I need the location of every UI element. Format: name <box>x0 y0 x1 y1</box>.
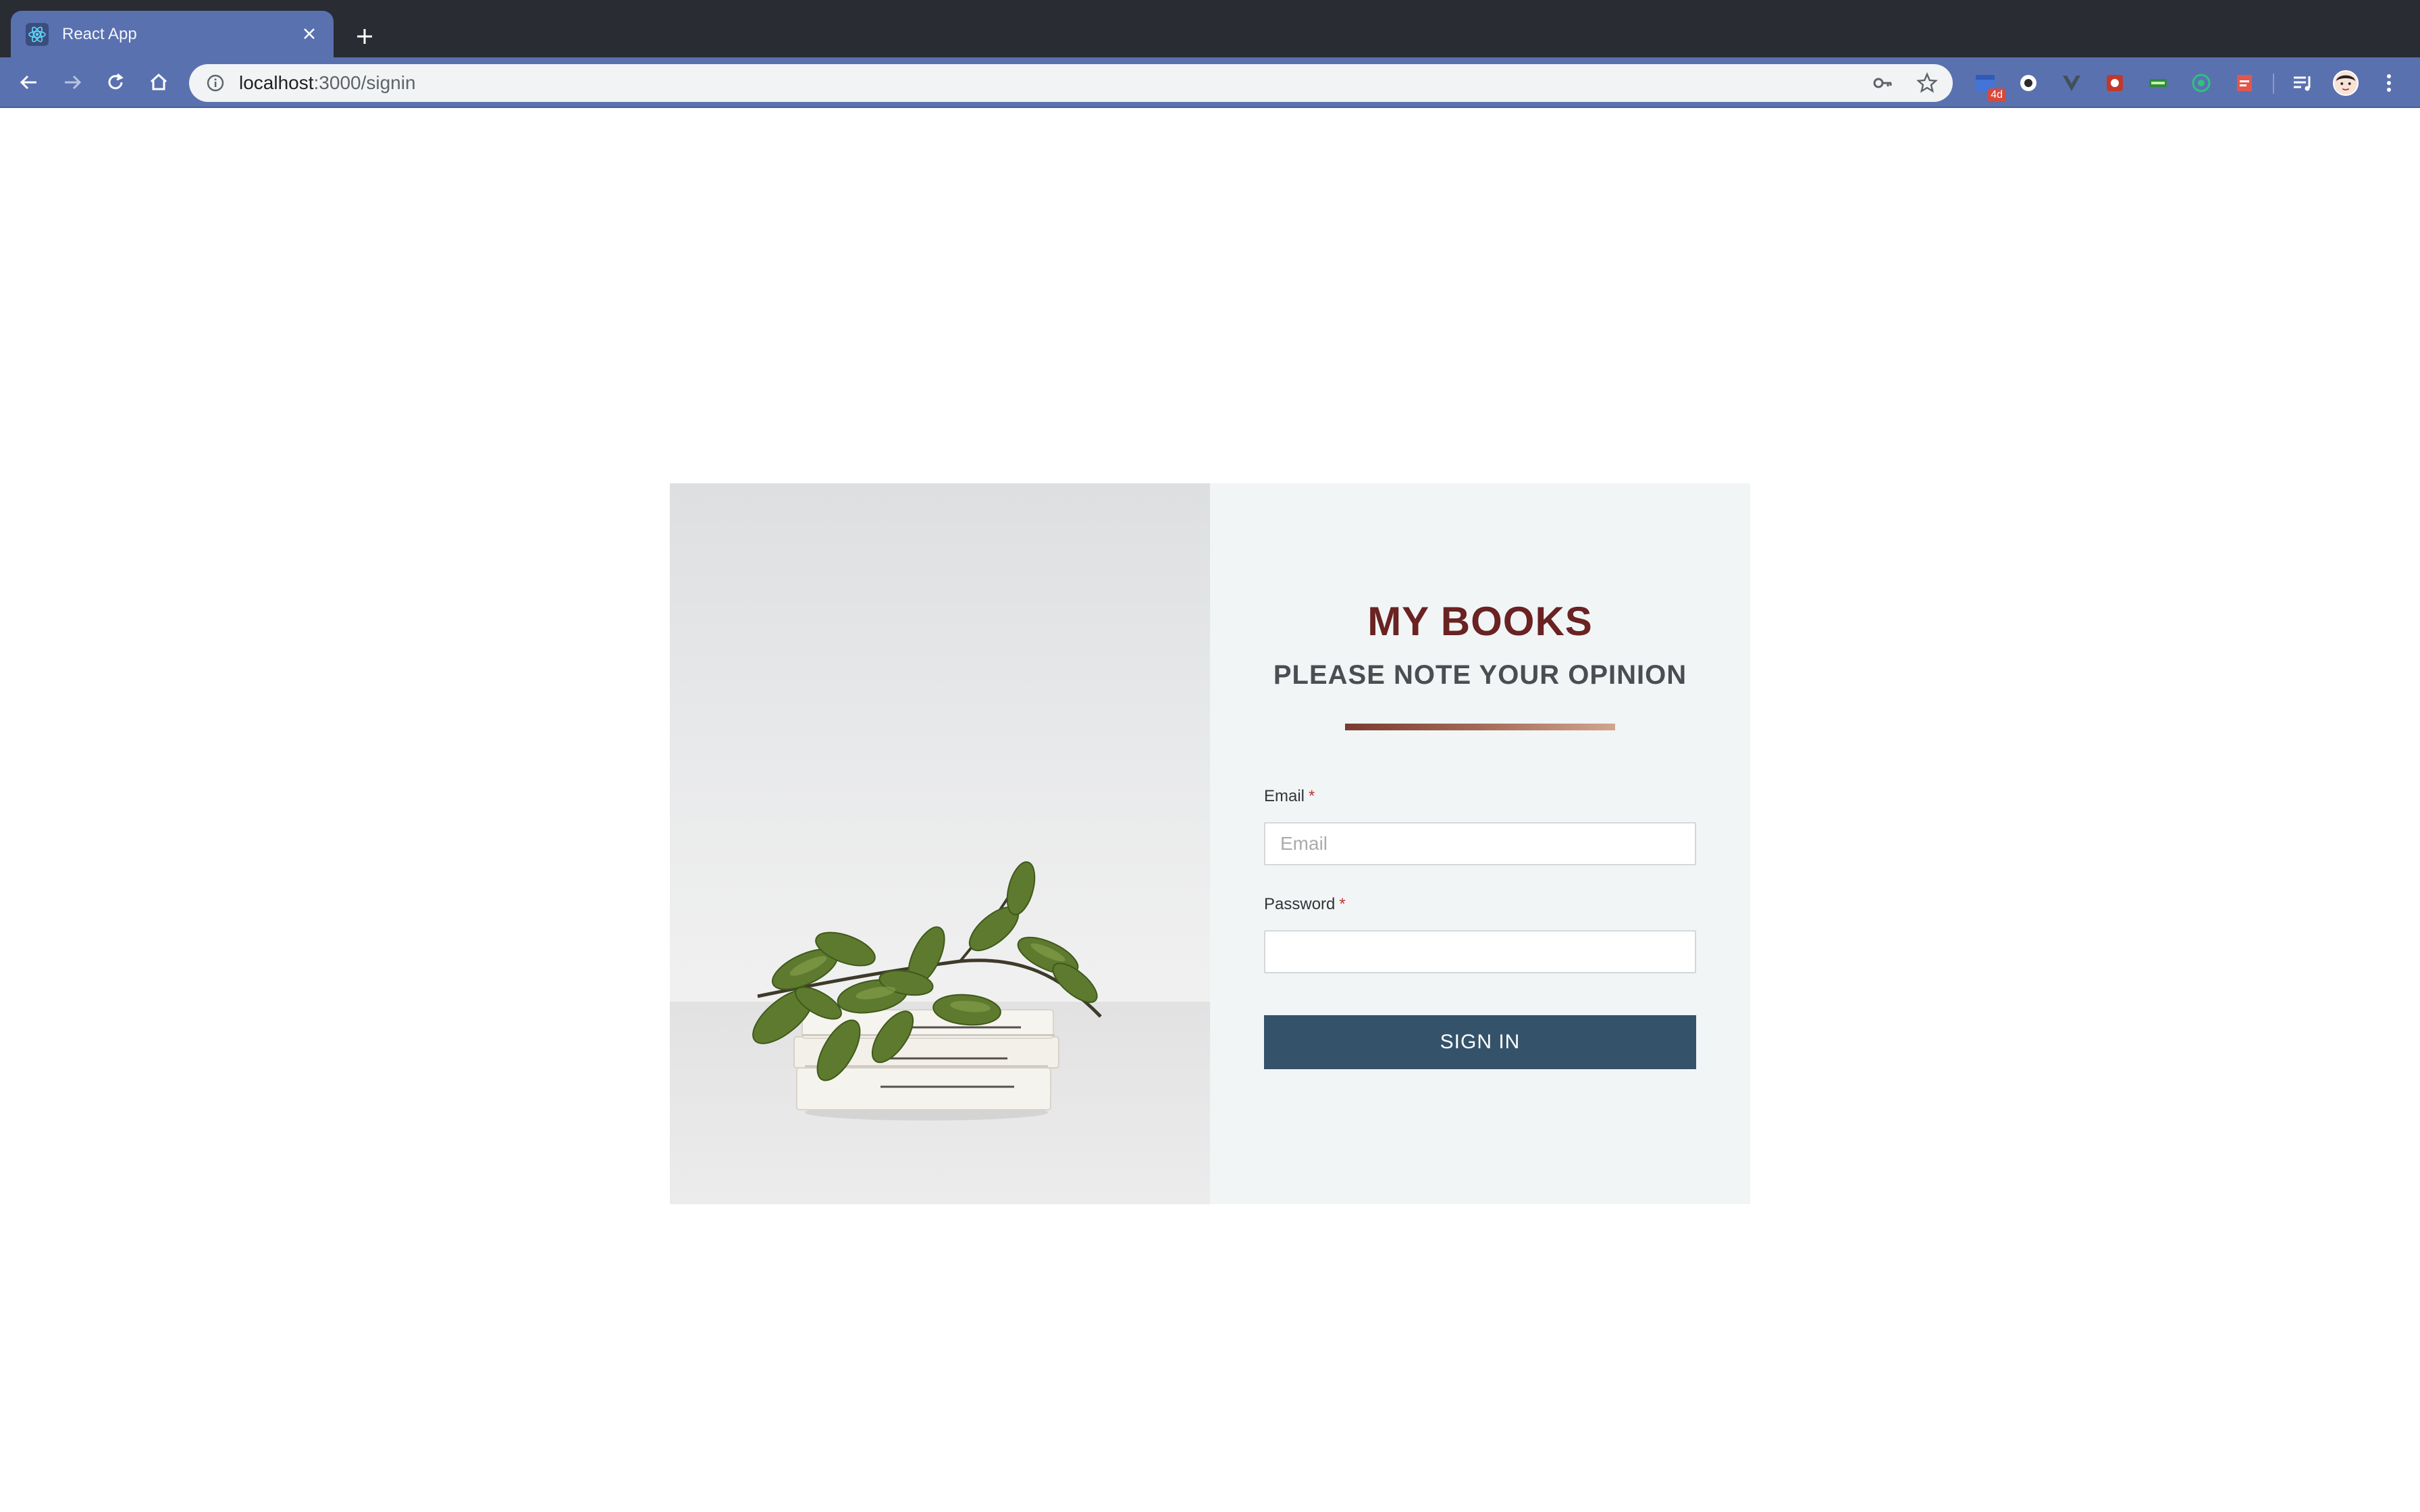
extension-vue-icon[interactable] <box>2058 70 2085 97</box>
signin-card: MY BOOKS PLEASE NOTE YOUR OPINION Email *… <box>670 483 1750 1204</box>
browser-toolbar: localhost:3000/signin 4d <box>0 57 2420 108</box>
password-field[interactable] <box>1264 930 1696 973</box>
extension-target-icon[interactable] <box>2188 70 2215 97</box>
extension-badge: 4d <box>1988 88 2005 102</box>
extension-red-icon[interactable] <box>2101 70 2128 97</box>
extension-pdf-icon[interactable] <box>2231 70 2258 97</box>
home-icon[interactable] <box>143 67 174 98</box>
books-plant-photo <box>670 483 1210 1204</box>
books-with-leaves-illustration <box>752 861 1102 1120</box>
page-subtitle: PLEASE NOTE YOUR OPINION <box>1273 660 1687 690</box>
bookmark-star-icon[interactable] <box>1915 71 1939 95</box>
required-marker: * <box>1309 787 1315 805</box>
sign-in-button[interactable]: SIGN IN <box>1264 1015 1696 1069</box>
close-tab-icon[interactable] <box>297 22 321 46</box>
profile-avatar-icon[interactable] <box>2332 70 2359 97</box>
browser-menu-icon[interactable] <box>2375 70 2402 97</box>
signin-form-panel: MY BOOKS PLEASE NOTE YOUR OPINION Email *… <box>1210 483 1750 1204</box>
page-title: MY BOOKS <box>1367 599 1593 644</box>
email-label: Email * <box>1264 787 1315 805</box>
browser-tab[interactable]: React App <box>11 11 334 57</box>
extension-calendar-icon[interactable]: 4d <box>1972 70 2005 102</box>
required-marker: * <box>1339 895 1346 913</box>
back-arrow-icon[interactable] <box>14 67 45 98</box>
info-icon[interactable] <box>205 73 226 93</box>
email-field[interactable] <box>1264 822 1696 865</box>
toolbar-separator <box>2273 74 2274 94</box>
forward-arrow-icon[interactable] <box>57 67 88 98</box>
browser-tab-strip: React App <box>0 0 2420 57</box>
extension-green-icon[interactable] <box>2145 70 2172 97</box>
title-divider <box>1345 724 1615 730</box>
reload-icon[interactable] <box>100 67 131 98</box>
url-text[interactable]: localhost:3000/signin <box>239 72 416 94</box>
react-favicon-icon <box>26 22 49 46</box>
address-bar[interactable]: localhost:3000/signin <box>189 64 1953 102</box>
media-playlist-icon[interactable] <box>2289 70 2316 97</box>
tab-title: React App <box>62 24 137 43</box>
extension-circle-icon[interactable] <box>2015 70 2042 97</box>
new-tab-button[interactable] <box>346 18 384 55</box>
key-icon[interactable] <box>1870 71 1895 95</box>
password-label: Password * <box>1264 895 1346 913</box>
